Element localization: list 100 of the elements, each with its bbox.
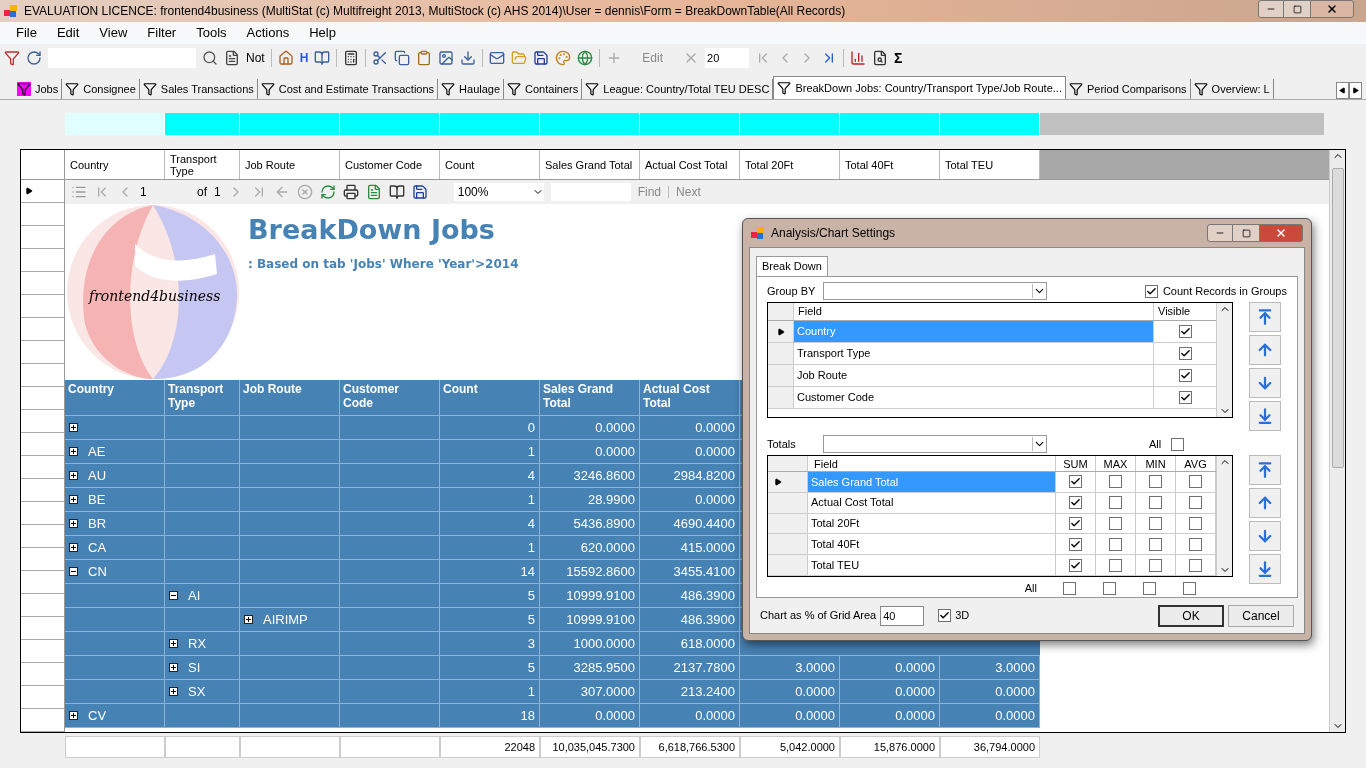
- print-icon[interactable]: [342, 184, 359, 200]
- filter-field[interactable]: [240, 113, 340, 135]
- checkbox[interactable]: [1109, 558, 1122, 572]
- checkbox[interactable]: [1178, 369, 1192, 382]
- close-button[interactable]: [1310, 0, 1354, 18]
- layout-icon[interactable]: [388, 184, 405, 200]
- field-cell[interactable]: Transport Type: [794, 343, 1154, 364]
- checkbox[interactable]: [1189, 475, 1202, 489]
- checkbox[interactable]: [1189, 496, 1202, 510]
- move-top-button[interactable]: [1249, 302, 1281, 332]
- checkbox[interactable]: [1069, 496, 1082, 510]
- export-icon[interactable]: [411, 184, 428, 200]
- tab[interactable]: Cost and Estimate Transactions: [257, 79, 439, 99]
- expand-icon[interactable]: [244, 615, 253, 624]
- checkbox[interactable]: [1069, 558, 1082, 572]
- checkbox[interactable]: [1149, 558, 1162, 572]
- checkbox[interactable]: [1109, 475, 1122, 489]
- menu-item[interactable]: Actions: [238, 23, 298, 43]
- move-top-button[interactable]: [1249, 455, 1281, 485]
- filter-field[interactable]: [940, 113, 1040, 135]
- tab[interactable]: Jobs: [14, 79, 63, 99]
- dialog-tab[interactable]: Break Down: [756, 256, 828, 276]
- tab[interactable]: Overview: L: [1190, 79, 1274, 99]
- palette-icon[interactable]: [555, 50, 572, 66]
- column-header[interactable]: Total 20Ft: [740, 150, 840, 179]
- scrollbar[interactable]: [1216, 456, 1232, 576]
- checkbox[interactable]: [1149, 517, 1162, 530]
- expand-icon[interactable]: [169, 687, 178, 696]
- refresh-icon[interactable]: [26, 50, 42, 66]
- column-header[interactable]: Total 40Ft: [840, 150, 940, 179]
- checkbox[interactable]: [1109, 496, 1122, 510]
- tab-scroll-right-button[interactable]: [1349, 82, 1362, 99]
- filter-field[interactable]: [740, 113, 840, 135]
- cut-icon[interactable]: [372, 50, 389, 66]
- checkbox[interactable]: [1189, 537, 1202, 551]
- field-cell[interactable]: Job Route: [794, 365, 1154, 386]
- vertical-scrollbar[interactable]: [1329, 150, 1345, 732]
- calculator-icon[interactable]: [343, 50, 360, 66]
- page-setup-icon[interactable]: [365, 184, 382, 200]
- document-map-icon[interactable]: [71, 184, 87, 200]
- chart-icon[interactable]: [850, 50, 867, 66]
- checkbox[interactable]: [1171, 437, 1185, 451]
- collapse-icon[interactable]: [69, 567, 78, 576]
- home-icon[interactable]: [277, 50, 294, 66]
- column-header[interactable]: Count: [440, 150, 540, 179]
- menu-item[interactable]: File: [8, 23, 45, 43]
- move-bottom-button[interactable]: [1249, 554, 1281, 584]
- tab[interactable]: Sales Transactions: [139, 79, 258, 99]
- row-header[interactable]: [768, 321, 794, 342]
- checkbox[interactable]: [1069, 537, 1082, 551]
- checkbox[interactable]: [1149, 537, 1162, 551]
- expand-icon[interactable]: [69, 447, 78, 456]
- mail-icon[interactable]: [489, 50, 506, 66]
- expand-icon[interactable]: [69, 423, 78, 432]
- maximize-button[interactable]: [1233, 224, 1259, 242]
- scrollbar[interactable]: [1216, 303, 1232, 417]
- row-header[interactable]: [768, 472, 808, 492]
- tab[interactable]: Period Comparisons: [1065, 79, 1191, 99]
- image-icon[interactable]: [438, 50, 455, 66]
- checkbox[interactable]: [1178, 391, 1192, 404]
- totals-dropdown[interactable]: [823, 435, 1047, 453]
- move-up-button[interactable]: [1249, 335, 1281, 365]
- move-up-button[interactable]: [1249, 488, 1281, 518]
- checkbox[interactable]: [1189, 558, 1202, 572]
- filter-field[interactable]: [440, 113, 540, 135]
- minimize-button[interactable]: [1258, 0, 1284, 18]
- zoom-dropdown[interactable]: 100%: [453, 183, 544, 201]
- collapse-icon[interactable]: [169, 591, 178, 600]
- expand-icon[interactable]: [69, 543, 78, 552]
- download-icon[interactable]: [460, 50, 477, 66]
- field-cell[interactable]: Actual Cost Total: [808, 492, 1056, 513]
- expand-icon[interactable]: [169, 663, 178, 672]
- save-icon[interactable]: [533, 50, 550, 66]
- field-cell[interactable]: Total 20Ft: [808, 513, 1056, 534]
- chart-percent-field[interactable]: 40: [880, 605, 925, 626]
- globe-icon[interactable]: [577, 50, 594, 66]
- column-header[interactable]: Sales Grand Total: [540, 150, 640, 179]
- copy-icon[interactable]: [394, 50, 411, 66]
- checkbox[interactable]: [1178, 347, 1192, 360]
- column-header[interactable]: Country: [65, 150, 165, 179]
- checkbox[interactable]: [1069, 517, 1082, 530]
- filter-icon[interactable]: [4, 50, 20, 66]
- maximize-button[interactable]: [1284, 0, 1310, 18]
- expand-icon[interactable]: [69, 519, 78, 528]
- minimize-button[interactable]: [1207, 224, 1233, 242]
- column-header[interactable]: Transport Type: [165, 150, 240, 179]
- expand-icon[interactable]: [69, 471, 78, 480]
- tab[interactable]: Haulage: [438, 79, 505, 99]
- checkbox[interactable]: [1142, 581, 1156, 595]
- column-header[interactable]: Job Route: [240, 150, 340, 179]
- move-down-button[interactable]: [1249, 368, 1281, 398]
- checkbox[interactable]: [938, 609, 952, 622]
- checkbox[interactable]: [1144, 284, 1158, 298]
- scrollbar-thumb[interactable]: [1331, 168, 1344, 468]
- h-button[interactable]: H: [299, 49, 309, 67]
- filter-field[interactable]: [540, 113, 640, 135]
- menu-item[interactable]: Edit: [48, 23, 88, 43]
- refresh-icon[interactable]: [319, 184, 336, 200]
- checkbox[interactable]: [1109, 517, 1122, 530]
- move-bottom-button[interactable]: [1249, 401, 1281, 431]
